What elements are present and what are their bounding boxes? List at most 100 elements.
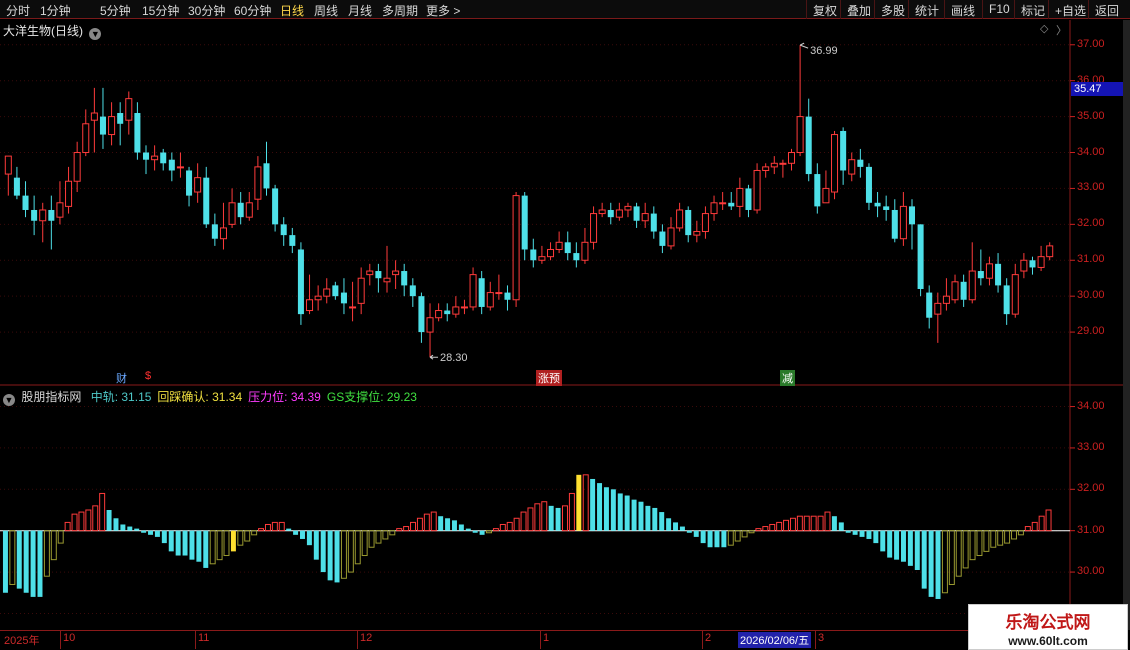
candle[interactable] — [676, 202, 684, 232]
candle[interactable] — [142, 145, 150, 175]
candle[interactable] — [401, 263, 408, 297]
candle[interactable] — [478, 271, 485, 315]
toolbar-button-0[interactable]: 复权 — [806, 0, 843, 19]
candle[interactable] — [530, 238, 537, 268]
candle[interactable] — [366, 263, 374, 286]
candle[interactable] — [926, 285, 933, 329]
candle[interactable] — [460, 299, 468, 315]
candle[interactable] — [31, 195, 38, 236]
candle[interactable] — [968, 242, 976, 304]
candle[interactable] — [685, 206, 692, 243]
candle[interactable] — [624, 202, 632, 218]
candle[interactable] — [13, 166, 20, 200]
candle[interactable] — [444, 303, 451, 322]
event-badge[interactable]: 涨预 — [536, 370, 562, 386]
candle[interactable] — [908, 199, 916, 250]
period-tab-9[interactable]: 多周期 — [382, 2, 418, 19]
candle[interactable] — [736, 177, 744, 218]
candle[interactable] — [383, 245, 391, 293]
candle[interactable] — [237, 192, 244, 225]
candle[interactable] — [693, 220, 701, 243]
toolbar-button-3[interactable]: 统计 — [908, 0, 945, 19]
candle[interactable] — [228, 188, 236, 228]
candle[interactable] — [995, 253, 1002, 293]
candle[interactable] — [349, 281, 357, 322]
candle[interactable] — [512, 192, 520, 307]
candle[interactable] — [848, 152, 856, 182]
candle[interactable] — [942, 278, 950, 311]
candle[interactable] — [598, 202, 606, 218]
candle[interactable] — [547, 242, 555, 261]
candle[interactable] — [555, 231, 563, 254]
candle[interactable] — [409, 278, 416, 307]
candle[interactable] — [641, 202, 649, 228]
candle[interactable] — [659, 224, 666, 254]
candle[interactable] — [332, 281, 339, 300]
candle[interactable] — [960, 274, 967, 307]
candle[interactable] — [607, 202, 614, 225]
candle[interactable] — [452, 296, 460, 318]
candle[interactable] — [633, 202, 640, 228]
candle[interactable] — [1011, 263, 1019, 318]
candle[interactable] — [779, 159, 787, 178]
candle[interactable] — [314, 285, 322, 311]
candle[interactable] — [39, 202, 47, 243]
event-badge[interactable]: 财 — [116, 370, 127, 386]
candle[interactable] — [90, 87, 98, 153]
candle[interactable] — [219, 202, 227, 250]
toolbar-button-1[interactable]: 叠加 — [840, 0, 877, 19]
candle[interactable] — [710, 195, 718, 221]
candle[interactable] — [297, 242, 304, 325]
period-tab-10[interactable]: 更多 > — [426, 2, 460, 19]
candle[interactable] — [590, 206, 598, 250]
candle[interactable] — [796, 45, 804, 157]
candle[interactable] — [392, 260, 400, 289]
toolbar-button-4[interactable]: 画线 — [944, 0, 981, 19]
candle[interactable] — [340, 278, 347, 315]
candle[interactable] — [762, 163, 770, 178]
candle[interactable] — [280, 217, 287, 246]
candle[interactable] — [985, 256, 993, 286]
candle[interactable] — [194, 163, 202, 203]
candle[interactable] — [899, 192, 907, 246]
candle[interactable] — [65, 166, 73, 214]
candle[interactable] — [486, 281, 494, 311]
candle[interactable] — [650, 206, 657, 239]
candle[interactable] — [469, 267, 477, 311]
period-tab-0[interactable]: 分时 — [6, 2, 30, 19]
candle[interactable] — [883, 195, 890, 221]
candle[interactable] — [573, 242, 580, 268]
period-tab-6[interactable]: 日线 — [280, 2, 304, 19]
candle[interactable] — [865, 163, 872, 210]
candle[interactable] — [22, 181, 29, 218]
candle[interactable] — [891, 199, 898, 243]
candle[interactable] — [701, 206, 709, 239]
candle[interactable] — [176, 152, 184, 178]
candle[interactable] — [805, 98, 812, 182]
candle[interactable] — [357, 267, 365, 315]
candle[interactable] — [822, 170, 830, 204]
candle[interactable] — [831, 130, 839, 200]
event-badge[interactable]: $ — [145, 370, 151, 382]
candle[interactable] — [564, 231, 571, 261]
candle[interactable] — [289, 227, 296, 254]
period-tab-1[interactable]: 1分钟 — [40, 2, 71, 19]
candle[interactable] — [504, 285, 511, 311]
candle[interactable] — [934, 292, 942, 343]
candle[interactable] — [814, 163, 821, 214]
candlestick-chart[interactable]: 36.99 28.30 — [0, 20, 1123, 386]
candle[interactable] — [426, 303, 434, 358]
side-scrollbar[interactable] — [1123, 20, 1130, 630]
candle[interactable] — [951, 274, 959, 304]
candle[interactable] — [254, 156, 262, 210]
candle[interactable] — [211, 213, 218, 246]
candle[interactable] — [874, 192, 881, 218]
period-tab-8[interactable]: 月线 — [348, 2, 372, 19]
candle[interactable] — [82, 109, 90, 157]
candle[interactable] — [787, 148, 796, 171]
candle[interactable] — [375, 263, 382, 293]
candle[interactable] — [667, 217, 675, 250]
candle[interactable] — [108, 102, 116, 146]
candle[interactable] — [1029, 256, 1036, 275]
candle[interactable] — [1046, 242, 1054, 261]
